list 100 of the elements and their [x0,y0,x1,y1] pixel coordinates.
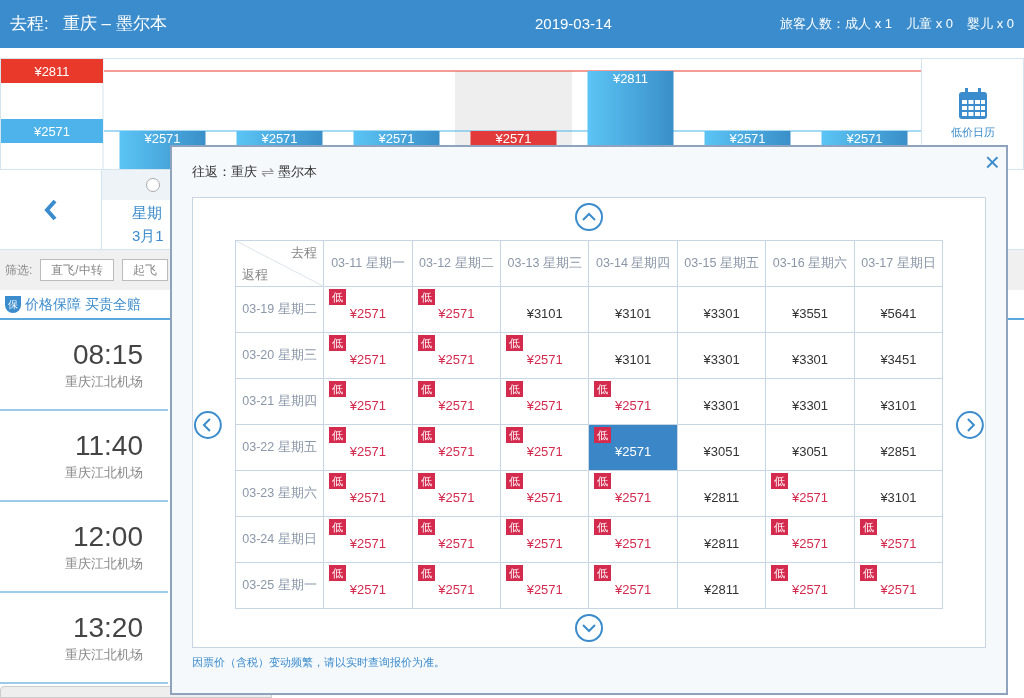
price-cell[interactable]: 低 ¥2571 [500,516,589,563]
price-cell[interactable]: ¥3301 [677,332,766,379]
price-text: ¥3101 [526,304,563,323]
price-cell[interactable]: ¥2811 [677,562,766,609]
low-price-tag: 低 [329,335,347,351]
filter-button[interactable]: 直飞/中转 [40,259,114,281]
airport-name: 重庆江北机场 [65,373,143,391]
price-cell[interactable]: ¥3101 [500,286,589,333]
price-cell[interactable]: 低 ¥2571 [500,424,589,471]
row-header: 03-20 星期三 [235,332,324,379]
price-text: ¥3101 [615,304,652,323]
price-text: ¥2571 [349,534,386,553]
data-label: ¥2811 [612,71,649,86]
price-cell[interactable]: 低 ¥2571 [500,562,589,609]
price-cell[interactable]: ¥3301 [677,286,766,333]
weekday-label: 星期 [132,203,162,223]
price-text: ¥2851 [880,442,917,461]
price-cell[interactable]: 低 ¥2571 [765,562,855,609]
price-cell[interactable]: 低 ¥2571 [323,378,413,425]
price-text: ¥2571 [349,442,386,461]
price-cell[interactable]: ¥2851 [854,424,943,471]
price-cell[interactable]: 低 ¥2571 [412,516,501,563]
price-cell[interactable]: 低 ¥2571 [854,516,943,563]
price-cell[interactable]: 低 ¥2571 [500,470,589,517]
chevron-left-icon [43,198,58,221]
price-text: ¥3051 [791,442,829,461]
price-text: ¥3451 [880,350,917,369]
price-text: ¥2571 [438,304,475,323]
price-cell[interactable]: 低 ¥2571 [854,562,943,609]
price-cell[interactable]: ¥3301 [677,378,766,425]
corner-label: 返程 [241,265,268,284]
price-cell[interactable]: ¥3101 [588,286,678,333]
low-price-tag: 低 [417,519,435,535]
price-cell[interactable]: ¥3051 [765,424,855,471]
price-cell[interactable]: 低 ¥2571 [412,332,501,379]
price-cell[interactable]: ¥3101 [588,332,678,379]
scroll-up-button[interactable] [574,202,604,232]
route-title: 重庆 – 墨尔本 [62,13,167,36]
price-text: ¥3301 [703,304,740,323]
passenger-count: 旅客人数：成人 x 1 [780,15,893,34]
dialog-title: 往返：重庆 [192,163,257,182]
column-header: 03-13 星期三 [500,240,589,287]
price-cell[interactable]: 低 ¥2571 [588,516,678,563]
price-cell[interactable]: ¥3551 [765,286,855,333]
price-cell[interactable]: ¥5641 [854,286,943,333]
shield-icon: 保 [5,295,21,313]
price-cell[interactable]: ¥2811 [677,470,766,517]
price-cell[interactable]: 低 ¥2571 [765,516,855,563]
price-text: ¥2811 [704,488,740,507]
price-text: ¥3051 [703,442,740,461]
price-cell[interactable]: 低 ¥2571 [588,562,678,609]
price-cell[interactable]: 低 ¥2571 [588,378,678,425]
low-price-tag: 低 [859,565,877,581]
price-cell[interactable]: ¥2811 [677,516,766,563]
price-text: ¥2571 [791,580,829,599]
price-cell[interactable]: 低 ¥2571 [323,516,413,563]
price-cell[interactable]: 低 ¥2571 [412,286,501,333]
guarantee-text: 价格保障 买贵全赔 [25,294,141,314]
row-header: 03-22 星期五 [235,424,324,471]
low-price-tag: 低 [506,335,524,351]
low-price-tag: 低 [506,381,524,397]
price-cell[interactable]: 低 ¥2571 [412,562,501,609]
price-cell[interactable]: 低 ¥2571 [412,424,501,471]
row-header: 03-21 星期四 [235,378,324,425]
price-cell[interactable]: ¥3301 [765,332,855,379]
price-text: ¥2571 [615,488,652,507]
row-header: 03-23 星期六 [235,470,324,517]
price-cell[interactable]: 低 ¥2571 [323,470,413,517]
price-cell[interactable]: ¥3301 [765,378,855,425]
price-cell[interactable]: ¥3101 [854,470,943,517]
price-cell[interactable]: ¥3451 [854,332,943,379]
next-week-button[interactable] [955,409,985,440]
price-text: ¥2571 [791,488,829,507]
filter-button[interactable]: 起飞 [121,259,168,281]
airport-name: 重庆江北机场 [65,464,143,482]
low-price-tag: 低 [506,427,524,443]
price-cell[interactable]: 低 ¥2571 [323,424,413,471]
previous-week-button[interactable] [193,409,223,440]
price-cell[interactable]: ¥3101 [854,378,943,425]
price-cell[interactable]: 低 ¥2571 [500,332,589,379]
price-cell[interactable]: 低 ¥2571 [323,286,413,333]
price-cell[interactable]: 低 ¥2571 [765,470,855,517]
low-price-tag: 低 [417,381,435,397]
price-cell[interactable]: ¥3051 [677,424,766,471]
swap-icon: ⇌ [261,160,274,184]
price-text: ¥2571 [349,396,386,415]
price-cell[interactable]: 低 ¥2571 [500,378,589,425]
price-cell[interactable]: 低 ¥2571 [412,470,501,517]
price-cell[interactable]: 低 ¥2571 [588,470,678,517]
departure-time: 08:15 [72,338,143,372]
price-cell[interactable]: 低 ¥2571 [588,424,678,471]
price-cell[interactable]: 低 ¥2571 [412,378,501,425]
low-price-tag: 低 [417,289,435,305]
scroll-down-button[interactable] [574,613,604,643]
low-price-tag: 低 [506,473,524,489]
radio-button[interactable] [146,178,160,192]
price-text: ¥3551 [791,304,829,323]
price-cell[interactable]: 低 ¥2571 [323,332,413,379]
price-cell[interactable]: 低 ¥2571 [323,562,413,609]
column-header: 03-15 星期五 [677,240,766,287]
